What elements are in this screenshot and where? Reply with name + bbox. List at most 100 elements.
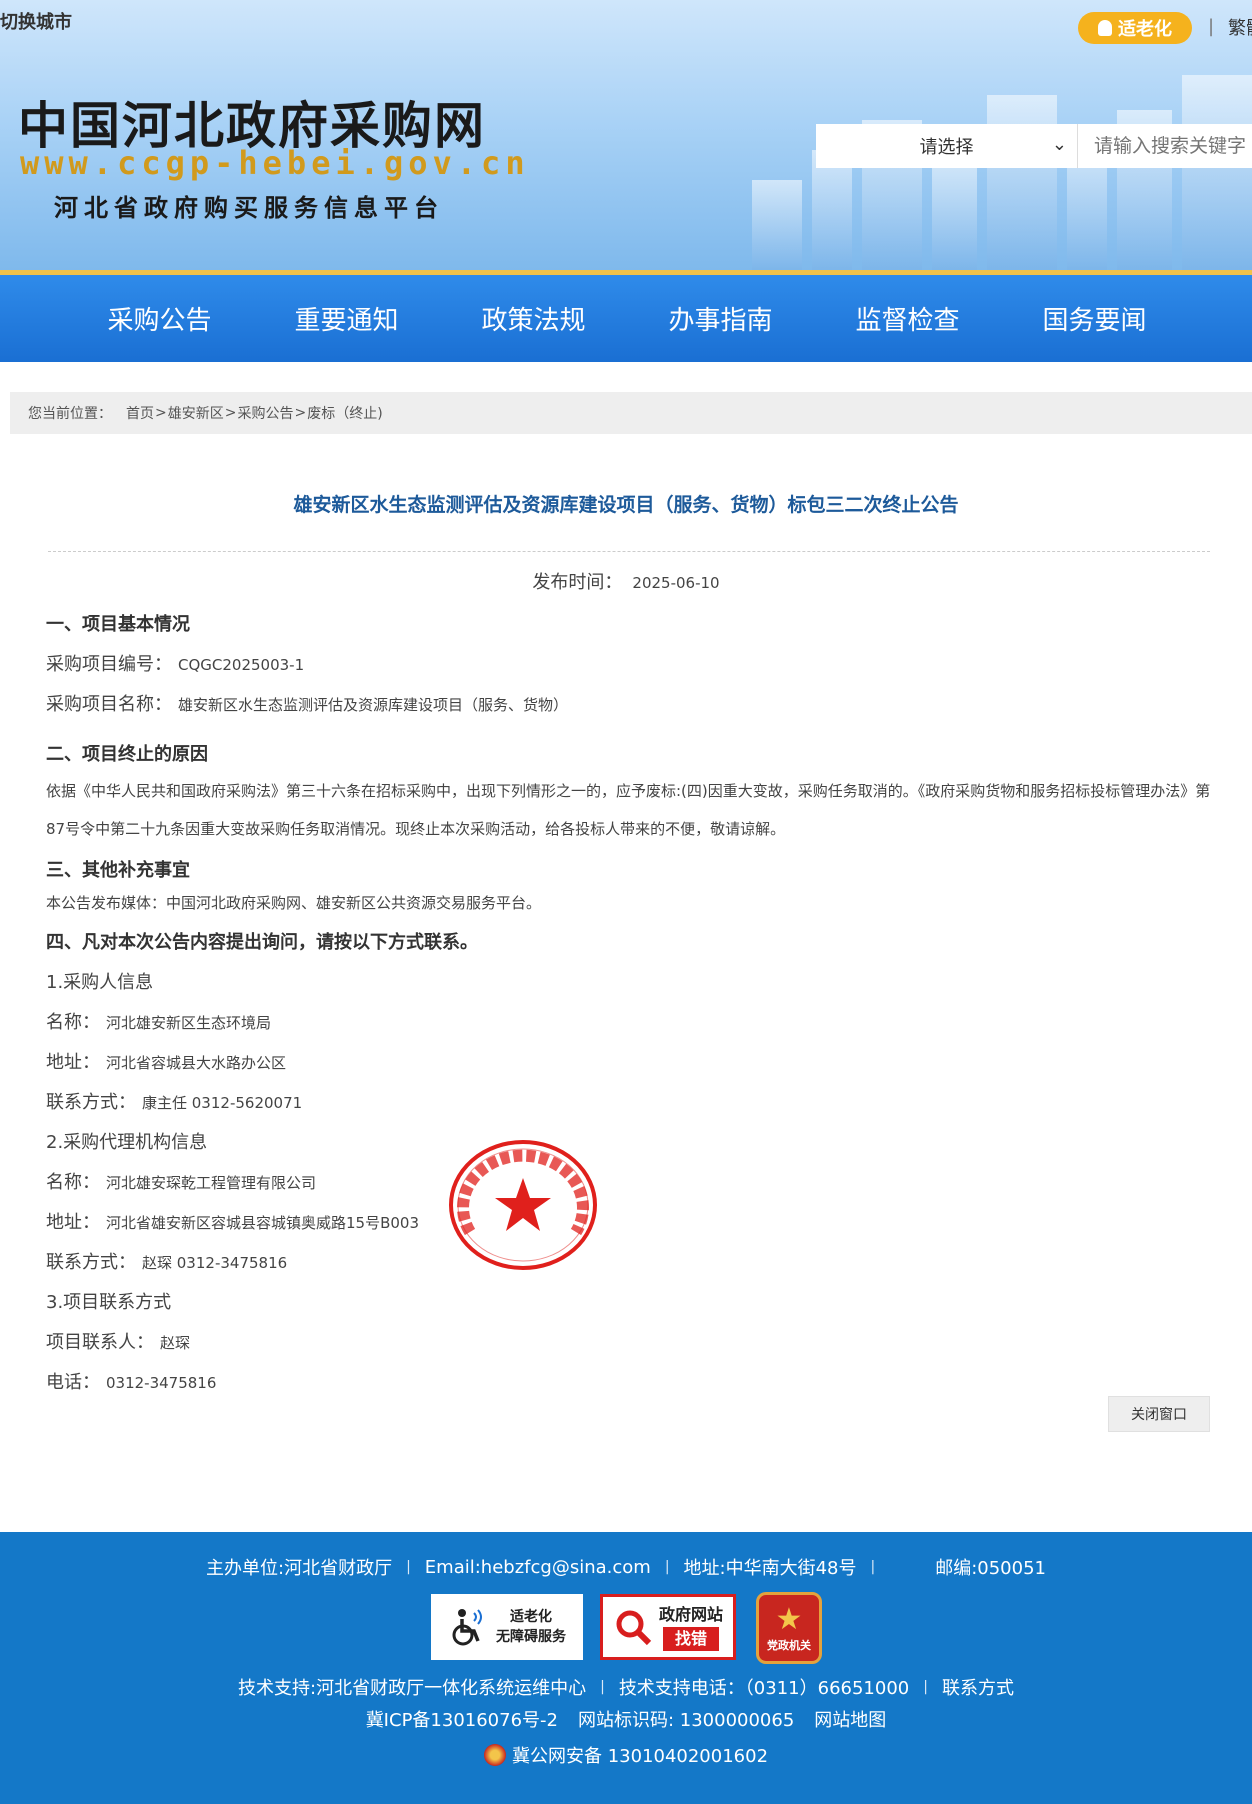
project-name: 雄安新区水生态监测评估及资源库建设项目（服务、货物） [178,696,569,714]
agency-contact-label: 联系方式： [46,1252,136,1273]
purchaser-name-label: 名称： [46,1012,100,1033]
purchaser-name-row: 名称： 河北雄安新区生态环境局 [46,1008,1252,1034]
article-title: 雄安新区水生态监测评估及资源库建设项目（服务、货物）标包三二次终止公告 [293,494,959,516]
switch-city-link[interactable]: 切换城市 [0,8,72,34]
site-subtitle: 河北省政府购买服务信息平台 [54,194,444,222]
elder-accessibility-badge[interactable]: 适老化 无障碍服务 [431,1594,583,1660]
purchaser-contact: 康主任 0312-5620071 [142,1094,303,1112]
purchaser-address-label: 地址： [46,1052,100,1073]
footer-icp[interactable]: 冀ICP备13016076号-2 [366,1706,558,1732]
police-emblem-icon [483,1744,506,1766]
footer-postcode: 邮编:050051 [935,1558,1046,1579]
project-person-row: 项目联系人： 赵琛 [46,1328,1252,1354]
agency-contact: 赵琛 0312-3475816 [142,1254,288,1272]
phone-number: 0312-3475816 [106,1374,217,1392]
footer-email[interactable]: Email:hebzfcg@sina.com [425,1557,651,1578]
elder-mode-button[interactable]: 适老化 [1078,12,1192,44]
agency-name-label: 名称： [46,1172,100,1193]
project-number: CQGC2025003-1 [178,656,305,674]
nav-item-supervision[interactable]: 监督检查 [814,300,1001,337]
breadcrumb-separator: > [224,405,237,421]
publish-time-label: 发布时间： [532,572,623,593]
header-divider: | [1208,16,1215,37]
nav-item-guides[interactable]: 办事指南 [627,300,814,337]
purchaser-address-row: 地址： 河北省容城县大水路办公区 [46,1048,1252,1074]
close-window-area: 关闭窗口 [1108,1396,1210,1432]
main-nav: 采购公告 重要通知 政策法规 办事指南 监督检查 国务要闻 联 [0,270,1252,362]
project-person-label: 项目联系人： [46,1332,154,1353]
search-category-select[interactable]: 请选择 ⌄ [816,124,1078,168]
gov-badge-line1: 政府网站 [658,1605,723,1624]
site-footer: 主办单位:河北省财政厅 | Email:hebzfcg@sina.com | 地址:… [0,1532,1252,1804]
project-number-label: 采购项目编号： [46,654,172,675]
footer-contact-link[interactable]: 联系方式 [942,1674,1014,1700]
footer-police-record[interactable]: 冀公网安备 13010402001602 [512,1742,768,1768]
footer-tech-phone: 技术支持电话：（0311）66651000 [618,1678,910,1699]
search-input[interactable] [1078,124,1252,168]
breadcrumb-separator: > [294,405,307,421]
agency-heading: 2.采购代理机构信息 [46,1132,208,1153]
elder-badge-line1: 适老化 [510,1609,552,1625]
section-heading-basic-info: 一、项目基本情况 [46,614,190,635]
agency-address-row: 地址： 河北省雄安新区容城县容城镇奥威路15号B003 [46,1208,1252,1234]
footer-tech-row: 技术支持:河北省财政厅一体化系统运维中心 | 技术支持电话：（0311）66651… [0,1674,1252,1700]
purchaser-heading: 1.采购人信息 [46,972,154,993]
project-person: 赵琛 [160,1334,191,1352]
breadcrumb: 您当前位置： 首页 > 雄安新区 > 采购公告 > 废标（终止) [10,392,1252,434]
footer-icp-row: 冀ICP备13016076号-2 网站标识码: 1300000065 网站地图 [0,1706,1252,1732]
chevron-down-icon: ⌄ [1051,134,1067,155]
section-heading-termination-reason: 二、项目终止的原因 [46,744,208,765]
site-header: 切换城市 适老化 | 繁體 中国河北政府采购网 www.ccgp-hebei.g… [0,0,1252,270]
termination-reason-text: 依据《中华人民共和国政府采购法》第三十六条在招标采购中，出现下列情形之一的，应予… [46,782,1211,838]
project-name-label: 采购项目名称： [46,694,172,715]
project-number-row: 采购项目编号： CQGC2025003-1 [46,650,1252,676]
project-name-row: 采购项目名称： 雄安新区水生态监测评估及资源库建设项目（服务、货物） [46,690,1252,716]
nav-item-procurement-notices[interactable]: 采购公告 [66,300,253,337]
site-url: www.ccgp-hebei.gov.cn [20,144,530,182]
section-heading-contact: 四、凡对本次公告内容提出询问，请按以下方式联系。 [46,932,478,953]
nav-item-contact[interactable]: 联 [1188,300,1252,337]
nav-item-policies[interactable]: 政策法规 [440,300,627,337]
traditional-chinese-link[interactable]: 繁體 [1228,14,1252,40]
close-window-button[interactable]: 关闭窗口 [1108,1396,1210,1432]
footer-sitemap-link[interactable]: 网站地图 [814,1706,886,1732]
gov-badge-line2: 找错 [662,1627,719,1651]
publish-date: 2025-06-10 [632,574,720,592]
magnifier-icon [616,1610,652,1646]
search-bar: 请选择 ⌄ [816,124,1252,168]
project-contact-heading: 3.项目联系方式 [46,1292,172,1313]
title-divider [48,551,1210,552]
publish-media-text: 本公告发布媒体：中国河北政府采购网、雄安新区公共资源交易服务平台。 [46,894,542,912]
person-icon [1098,20,1112,36]
purchaser-address: 河北省容城县大水路办公区 [106,1054,287,1072]
gov-website-error-report-badge[interactable]: 政府网站 找错 [600,1594,736,1660]
section-heading-supplementary: 三、其他补充事宜 [46,860,190,881]
breadcrumb-home[interactable]: 首页 [126,403,154,423]
breadcrumb-label: 您当前位置： [28,406,112,422]
publish-time: 发布时间： 2025-06-10 [0,568,1252,594]
purchaser-contact-row: 联系方式： 康主任 0312-5620071 [46,1088,1252,1114]
breadcrumb-separator: > [155,405,167,421]
nav-item-state-news[interactable]: 国务要闻 [1001,300,1188,337]
breadcrumb-current: 废标（终止) [307,406,383,422]
emblem-icon: ★ [775,1602,803,1637]
party-government-agency-badge[interactable]: ★ 党政机关 [756,1592,822,1664]
agency-name-row: 名称： 河北雄安琛乾工程管理有限公司 [46,1168,1252,1194]
phone-row: 电话： 0312-3475816 [46,1368,1252,1394]
search-category-value: 请选择 [919,137,974,158]
purchaser-contact-label: 联系方式： [46,1092,136,1113]
agency-contact-row: 联系方式： 赵琛 0312-3475816 [46,1248,1252,1274]
footer-host: 主办单位:河北省财政厅 [206,1558,393,1579]
footer-tech-support: 技术支持:河北省财政厅一体化系统运维中心 [238,1678,587,1699]
breadcrumb-xiongan[interactable]: 雄安新区 [168,403,224,423]
elder-badge-line2: 无障碍服务 [496,1629,566,1645]
breadcrumb-notices[interactable]: 采购公告 [237,403,293,423]
nav-item-important-notices[interactable]: 重要通知 [253,300,440,337]
purchaser-name: 河北雄安新区生态环境局 [106,1014,272,1032]
article-body: 一、项目基本情况 采购项目编号： CQGC2025003-1 采购项目名称： 雄安新… [0,610,1252,1394]
elder-mode-label: 适老化 [1118,19,1172,40]
footer-info-row: 主办单位:河北省财政厅 | Email:hebzfcg@sina.com | 地址:… [0,1554,1252,1580]
footer-police-row: 冀公网安备 13010402001602 [0,1742,1252,1768]
footer-address: 地址:中华南大街48号 [683,1558,857,1579]
agency-name: 河北雄安琛乾工程管理有限公司 [106,1174,317,1192]
